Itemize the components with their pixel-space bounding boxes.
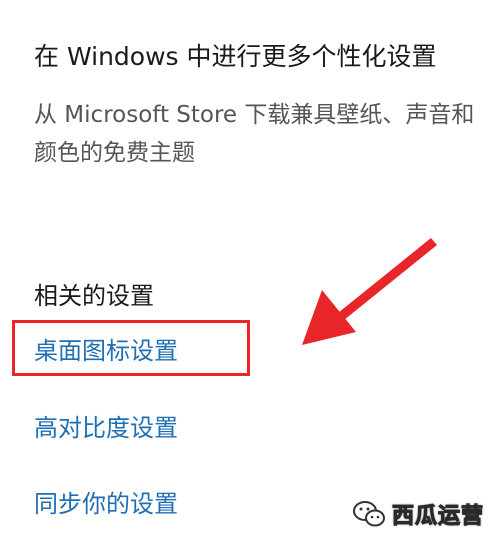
desktop-icon-settings-link[interactable]: 桌面图标设置 [34,335,178,367]
watermark: 西瓜运营 [352,498,484,530]
personalize-heading: 在 Windows 中进行更多个性化设置 [34,42,437,71]
high-contrast-settings-link[interactable]: 高对比度设置 [34,412,178,444]
wechat-icon [352,501,385,527]
related-settings-title: 相关的设置 [34,282,154,310]
settings-panel: 在 Windows 中进行更多个性化设置 从 Microsoft Store 下… [0,0,496,540]
red-arrow-annotation [302,238,437,345]
sync-settings-link[interactable]: 同步你的设置 [34,488,178,520]
watermark-text: 西瓜运营 [391,504,484,530]
store-themes-link[interactable]: 从 Microsoft Store 下载兼具壁纸、声音和颜色的免费主题 [34,96,486,172]
